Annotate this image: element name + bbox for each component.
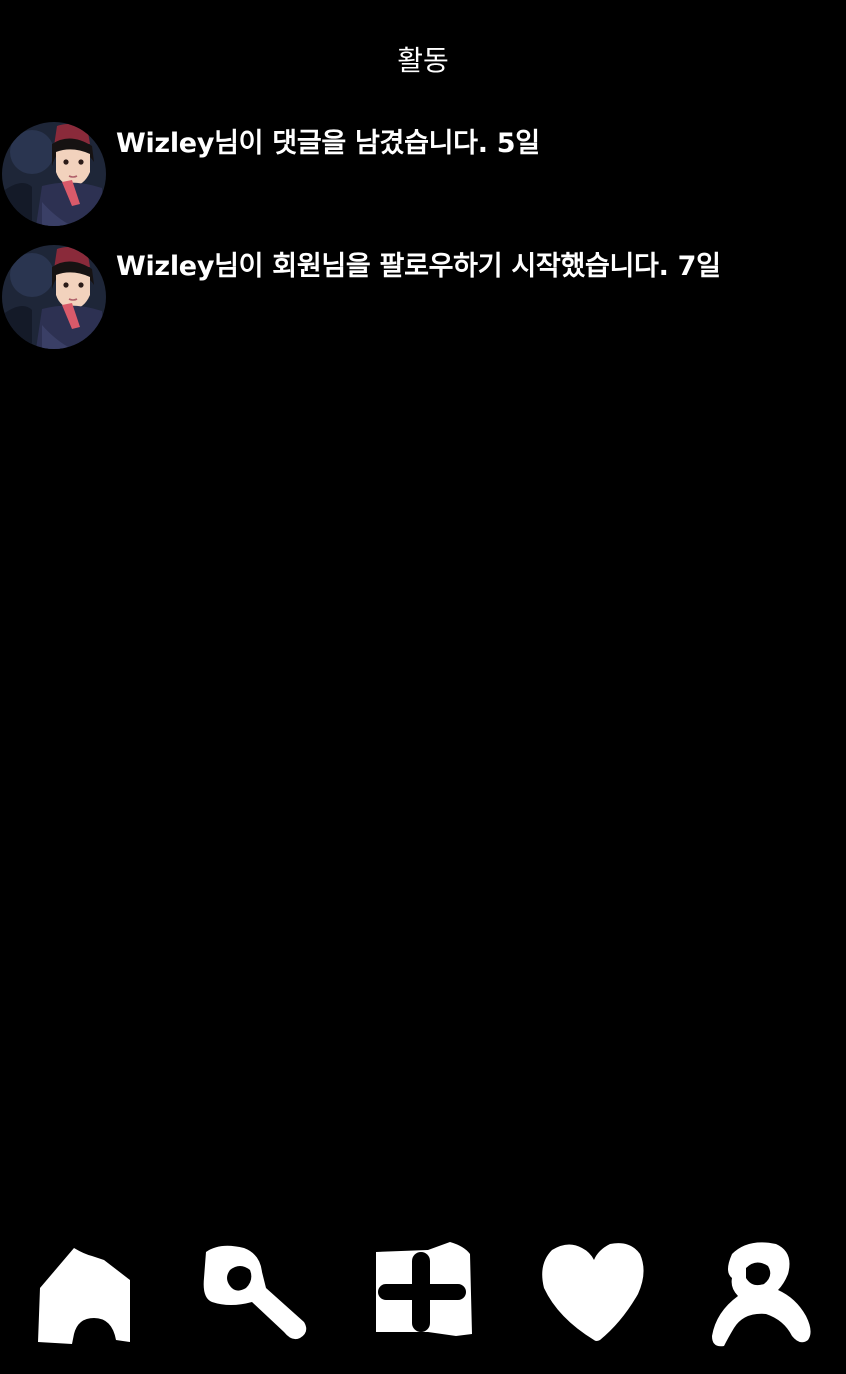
activity-text: Wizley님이 댓글을 남겼습니다. 5일 [116,128,540,159]
add-post-button[interactable] [368,1238,478,1354]
activity-text: Wizley님이 회원님을 팔로우하기 시작했습니다. 7일 [116,251,721,282]
search-button[interactable] [200,1238,310,1354]
user-avatar-icon[interactable] [2,245,106,349]
home-icon [38,1248,130,1344]
header: 활동 [0,0,846,110]
heart-button[interactable] [536,1238,646,1354]
add-post-icon [376,1242,472,1336]
profile-button[interactable] [704,1238,814,1354]
activity-item[interactable]: Wizley님이 회원님을 팔로우하기 시작했습니다. 7일 [0,245,846,349]
home-button[interactable] [32,1238,142,1354]
user-avatar-icon[interactable] [2,122,106,226]
activity-list: Wizley님이 댓글을 남겼습니다. 5일 Wizley님이 회원님을 팔로우… [0,122,846,368]
activity-item[interactable]: Wizley님이 댓글을 남겼습니다. 5일 [0,122,846,226]
heart-icon [542,1243,644,1341]
search-icon [203,1245,307,1340]
page-title: 활동 [397,44,449,77]
bottom-navigation [0,1230,846,1360]
profile-icon [712,1242,811,1347]
